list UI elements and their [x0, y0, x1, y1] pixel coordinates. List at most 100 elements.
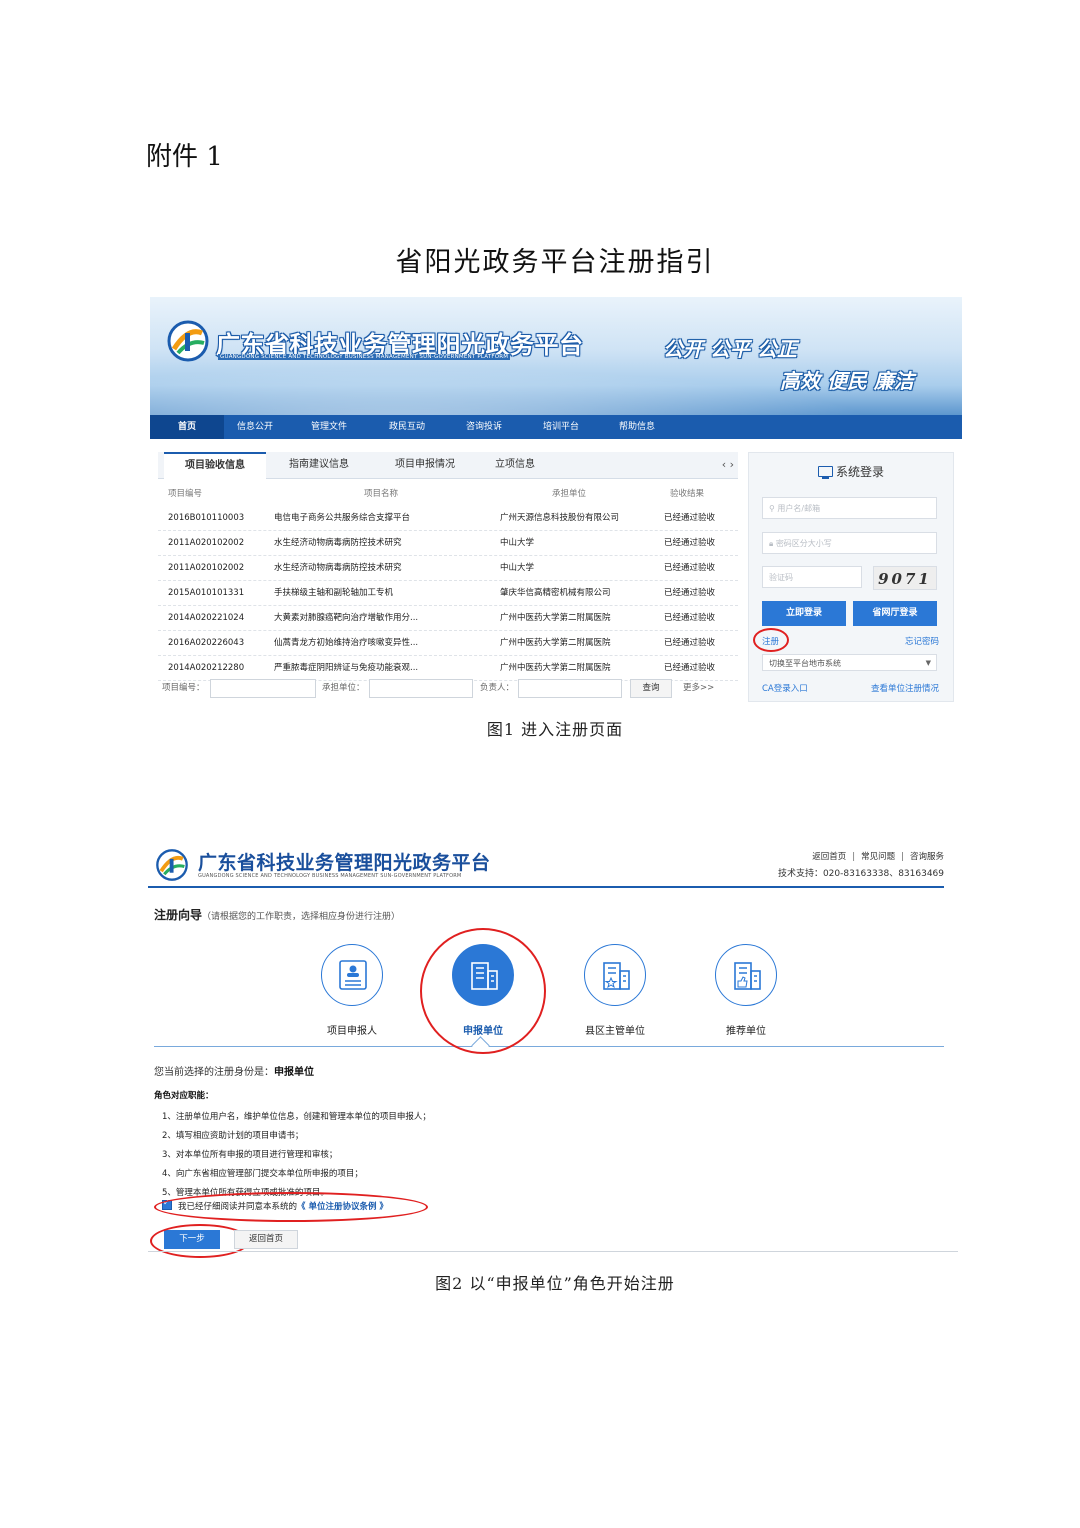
- top-links: 返回首页 | 常见问题 | 咨询服务: [812, 852, 944, 862]
- cell-name[interactable]: 水生经济动物病毒病防控技术研究: [274, 556, 402, 580]
- nav-help[interactable]: 帮助信息: [606, 415, 668, 439]
- username-input[interactable]: ⚲ 用户名/邮箱: [762, 497, 937, 519]
- ca-login-link[interactable]: CA登录入口: [762, 682, 808, 694]
- cell-name[interactable]: 电信电子商务公共服务综合支撑平台: [274, 506, 410, 530]
- city-system-select[interactable]: 切换至平台地市系统 ▼: [762, 654, 937, 671]
- cell-unit: 中山大学: [500, 538, 535, 548]
- acceptance-table: 项目编号 项目名称 承担单位 验收结果 2016B010110003 电信电子商…: [158, 484, 738, 681]
- cell-number: 2011A020102002: [168, 563, 245, 573]
- cell-name[interactable]: 手扶梯级主轴和副轮轴加工专机: [274, 581, 393, 605]
- table-row[interactable]: 2011A020102002 水生经济动物病毒病防控技术研究 中山大学 已经通过…: [158, 531, 738, 556]
- role-label: 项目申报人: [327, 1026, 377, 1037]
- cell-unit: 中山大学: [500, 563, 535, 573]
- figure-2-caption: 图2 以“申报单位”角色开始注册: [435, 1274, 675, 1293]
- project-info-panel: 项目验收信息 指南建议信息 项目申报情况 立项信息 ‹ › 项目编号 项目名称 …: [158, 452, 738, 702]
- cell-result: 已经通过验收: [664, 538, 716, 548]
- cell-result: 已经通过验收: [664, 513, 716, 523]
- search-bar: 项目编号： 承担单位： 负责人： 查询 更多>>: [158, 677, 738, 699]
- document-title: 省阳光政务平台注册指引: [395, 247, 715, 278]
- login-button[interactable]: 立即登录: [762, 601, 846, 626]
- role-divider: [154, 1046, 944, 1047]
- current-role-text: 您当前选择的注册身份是：申报单位: [154, 1067, 314, 1078]
- role-recommending-unit[interactable]: 推荐单位: [701, 944, 791, 1037]
- nav-home[interactable]: 首页: [150, 415, 224, 439]
- duty-item: 4、向广东省相应管理部门提交本单位所申报的项目；: [162, 1169, 363, 1179]
- cell-name[interactable]: 水生经济动物病毒病防控技术研究: [274, 531, 402, 555]
- tab-approval-info[interactable]: 立项信息: [480, 452, 550, 478]
- main-nav: 首页 信息公开 管理文件 政民互动 咨询投诉 培训平台 帮助信息: [150, 415, 962, 439]
- col-header-number: 项目编号: [168, 489, 203, 499]
- password-input[interactable]: 🔒︎ 密码区分大小写: [762, 532, 937, 554]
- site-banner: 广东省科技业务管理阳光政务平台 GUANGDONG SCIENCE AND TE…: [150, 297, 962, 415]
- login-title: 系统登录: [749, 463, 953, 480]
- platform-logo-icon: [156, 849, 188, 881]
- cell-name[interactable]: 仙蒿青龙方初始维持治疗咳嗽变异性...: [274, 631, 418, 655]
- cell-result: 已经通过验收: [664, 563, 716, 573]
- figure-2-screenshot: 广东省科技业务管理阳光政务平台 GUANGDONG SCIENCE AND TE…: [148, 842, 960, 1258]
- search-label-person: 负责人：: [480, 683, 515, 693]
- cell-number: 2011A020102002: [168, 538, 245, 548]
- project-number-input[interactable]: [210, 679, 316, 698]
- register-guide-title: 注册向导（请根据您的工作职责，选择相应身份进行注册）: [154, 908, 401, 922]
- support-phone: 技术支持：020-83163338、83163469: [777, 869, 944, 879]
- nav-management-docs[interactable]: 管理文件: [298, 415, 360, 439]
- duties-title: 角色对应职能：: [154, 1091, 214, 1101]
- cell-result: 已经通过验收: [664, 638, 716, 648]
- id-card-icon: [339, 960, 367, 990]
- gov-hall-login-button[interactable]: 省网厅登录: [853, 601, 937, 626]
- search-label-number: 项目编号：: [162, 683, 205, 693]
- cell-unit: 广州中医药大学第二附属医院: [500, 613, 611, 623]
- back-home-button[interactable]: 返回首页: [234, 1230, 298, 1249]
- table-row[interactable]: 2015A010101331 手扶梯级主轴和副轮轴加工专机 肇庆华信高精密机械有…: [158, 581, 738, 606]
- building-thumbs-up-icon: [734, 962, 761, 990]
- tab-acceptance-info[interactable]: 项目验收信息: [164, 452, 266, 479]
- tab-scroll-arrows[interactable]: ‹ ›: [722, 452, 734, 478]
- unit-input[interactable]: [369, 679, 473, 698]
- info-tabs: 项目验收信息 指南建议信息 项目申报情况 立项信息 ‹ ›: [158, 452, 738, 479]
- slogan-bottom: 高效 便民 廉洁: [780, 369, 914, 393]
- tab-application-status[interactable]: 项目申报情况: [380, 452, 470, 478]
- caret-down-icon: ▼: [925, 659, 931, 667]
- check-unit-registration-link[interactable]: 查看单位注册情况: [871, 682, 939, 694]
- attachment-label: 附件 1: [146, 142, 223, 172]
- agreement-highlight-circle: [154, 1192, 428, 1222]
- duty-item: 2、填写相应资助计划的项目申请书；: [162, 1131, 304, 1141]
- table-row[interactable]: 2014A020221024 大黄素对肺腺癌靶向治疗增敏作用分... 广州中医药…: [158, 606, 738, 631]
- role-project-applicant[interactable]: 项目申报人: [307, 944, 397, 1037]
- cell-result: 已经通过验收: [664, 588, 716, 598]
- cell-unit: 广州中医药大学第二附属医院: [500, 638, 611, 648]
- slogan-top: 公开 公平 公正: [663, 337, 797, 361]
- col-header-unit: 承担单位: [552, 489, 587, 499]
- captcha-input[interactable]: 验证码: [762, 566, 862, 588]
- figure-1-screenshot: 广东省科技业务管理阳光政务平台 GUANGDONG SCIENCE AND TE…: [150, 297, 962, 702]
- site-subtitle: GUANGDONG SCIENCE AND TECHNOLOGY BUSINES…: [198, 873, 462, 879]
- site-title: 广东省科技业务管理阳光政务平台: [198, 852, 491, 874]
- nav-consult-complain[interactable]: 咨询投诉: [453, 415, 515, 439]
- register-highlight-circle: [753, 628, 789, 652]
- forgot-password-link[interactable]: 忘记密码: [905, 635, 939, 647]
- tab-guide-suggestions[interactable]: 指南建议信息: [274, 452, 364, 478]
- nav-training[interactable]: 培训平台: [530, 415, 592, 439]
- home-link[interactable]: 返回首页: [812, 852, 846, 862]
- query-button[interactable]: 查询: [630, 679, 672, 698]
- cell-unit: 肇庆华信高精密机械有限公司: [500, 588, 611, 598]
- cell-number: 2016B010110003: [168, 513, 245, 523]
- table-header: 项目编号 项目名称 承担单位 验收结果: [158, 484, 738, 506]
- consult-link[interactable]: 咨询服务: [910, 852, 944, 862]
- login-panel: 系统登录 ⚲ 用户名/邮箱 🔒︎ 密码区分大小写 验证码 9071 立即登录 省…: [748, 452, 954, 702]
- nav-info-public[interactable]: 信息公开: [224, 415, 286, 439]
- nav-interaction[interactable]: 政民互动: [376, 415, 438, 439]
- role-county-authority[interactable]: 县区主管单位: [570, 944, 660, 1037]
- table-row[interactable]: 2011A020102002 水生经济动物病毒病防控技术研究 中山大学 已经通过…: [158, 556, 738, 581]
- cell-name[interactable]: 大黄素对肺腺癌靶向治疗增敏作用分...: [274, 606, 418, 630]
- table-row[interactable]: 2016B010110003 电信电子商务公共服务综合支撑平台 广州天源信息科技…: [158, 506, 738, 531]
- person-input[interactable]: [518, 679, 622, 698]
- site-subtitle: GUANGDONG SCIENCE AND TECHNOLOGY BUSINES…: [218, 354, 511, 360]
- cell-number: 2014A020221024: [168, 613, 245, 623]
- cell-result: 已经通过验收: [664, 613, 716, 623]
- table-row[interactable]: 2016A020226043 仙蒿青龙方初始维持治疗咳嗽变异性... 广州中医药…: [158, 631, 738, 656]
- duty-item: 1、注册单位用户名，维护单位信息，创建和管理本单位的项目申报人；: [162, 1112, 431, 1122]
- more-link[interactable]: 更多>>: [683, 677, 714, 699]
- captcha-image[interactable]: 9071: [873, 566, 937, 590]
- faq-link[interactable]: 常见问题: [861, 852, 895, 862]
